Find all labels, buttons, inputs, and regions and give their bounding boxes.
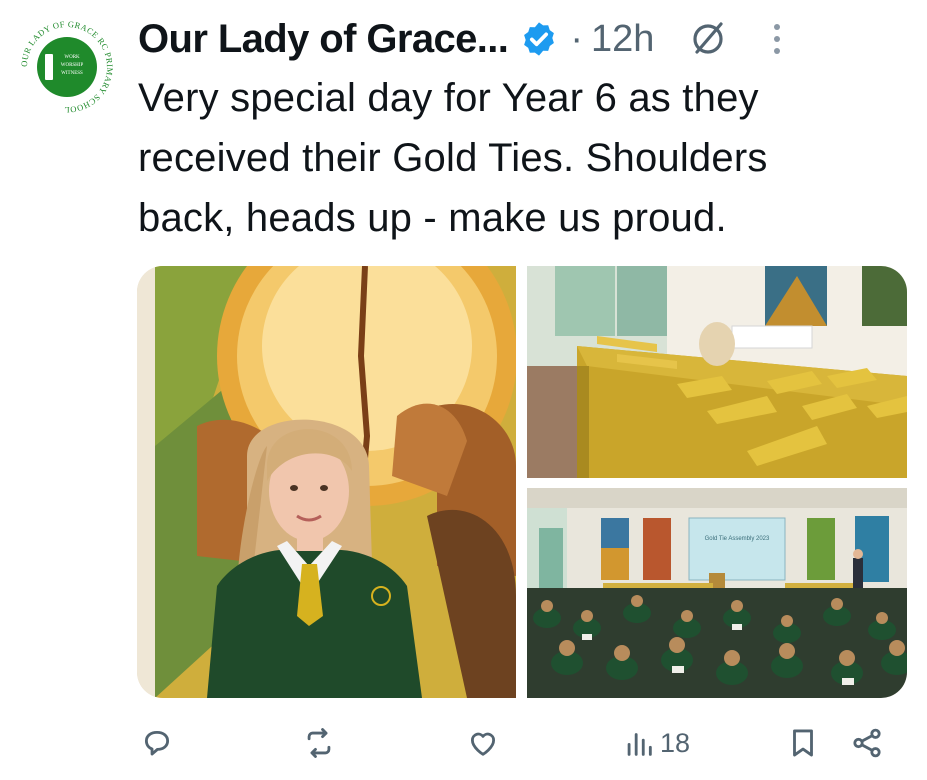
svg-text:WITNESS: WITNESS (61, 71, 83, 76)
repost-button[interactable] (302, 716, 340, 770)
heart-icon (470, 732, 496, 756)
media-grid: Gold Tie Assembly 2023 (137, 266, 907, 698)
svg-text:WORK: WORK (64, 55, 80, 60)
school-crest-logo: OUR LADY OF GRACE RC PRIMARY SCHOOL WORK… (16, 16, 118, 118)
more-options-icon[interactable] (762, 19, 792, 59)
reply-button[interactable] (140, 716, 178, 770)
svg-text:WORSHIP: WORSHIP (61, 63, 84, 68)
share-icon (853, 728, 881, 758)
timestamp[interactable]: 12h (591, 18, 654, 61)
slide-text: Gold Tie Assembly 2023 (705, 536, 770, 542)
display-name[interactable]: Our Lady of Grace... (138, 17, 509, 62)
avatar[interactable]: OUR LADY OF GRACE RC PRIMARY SCHOOL WORK… (14, 14, 120, 120)
separator-dot: · (570, 17, 583, 60)
assembly-hall-photo[interactable]: Gold Tie Assembly 2023 (527, 488, 907, 698)
grok-icon[interactable] (688, 19, 728, 59)
gold-ties-table-photo[interactable] (527, 266, 907, 478)
bookmark-button[interactable] (786, 716, 820, 770)
verified-badge-icon (524, 22, 555, 56)
tweet-line: back, heads up - make us proud. (138, 196, 727, 240)
like-button[interactable] (466, 716, 504, 770)
repost-icon (307, 728, 331, 758)
share-button[interactable] (850, 716, 884, 770)
tweet-header: Our Lady of Grace... · 12h (138, 8, 913, 70)
views-button[interactable]: 18 (622, 716, 690, 770)
student-portrait-photo[interactable] (137, 266, 516, 698)
bookmark-icon (793, 729, 813, 757)
reply-icon (144, 730, 170, 756)
tweet-text: Very special day for Year 6 as they rece… (138, 68, 918, 248)
views-chart-icon (627, 733, 652, 756)
tweet-line: received their Gold Ties. Shoulders (138, 136, 768, 180)
views-count: 18 (660, 727, 691, 758)
action-bar: 18 (138, 716, 908, 770)
tweet-line: Very special day for Year 6 as they (138, 76, 759, 120)
